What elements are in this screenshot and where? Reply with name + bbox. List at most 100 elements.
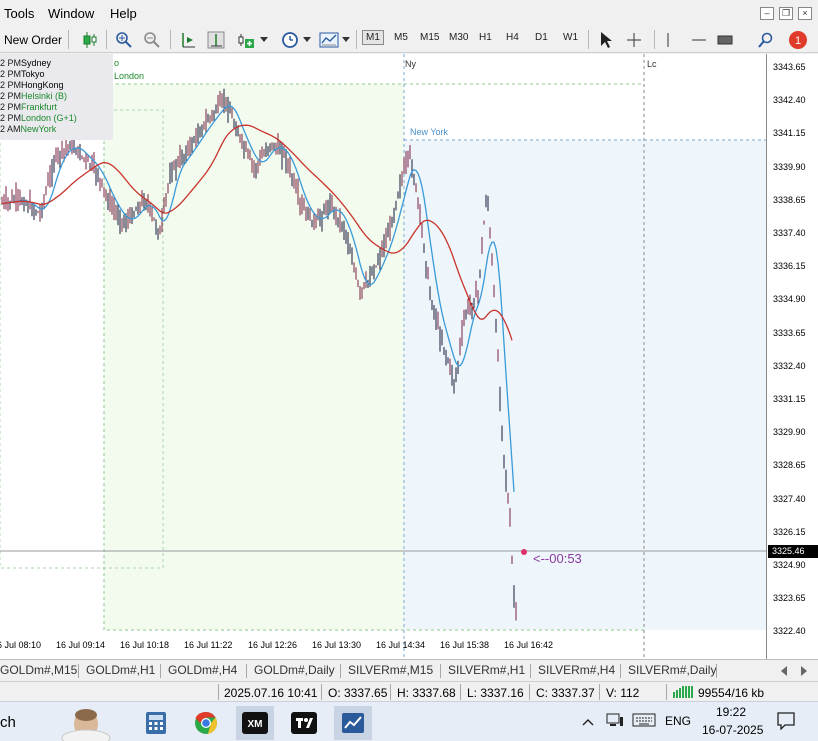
menu-tools[interactable]: Tools [4,6,34,21]
language-indicator[interactable]: ENG [665,714,691,728]
time-axis-label: 16 Jul 16:42 [504,640,554,650]
price-tick-label: 3331.15 [773,394,806,404]
time-axis-label: 16 Jul 15:38 [440,640,490,650]
tradingview-app-icon[interactable] [285,706,323,740]
session-name: London (G+1) [21,113,77,123]
chart-tab[interactable]: GOLDm#,M15 [0,663,77,677]
vertical-line-icon[interactable] [662,29,674,51]
close-window-button[interactable]: × [798,7,812,20]
session-name: Sydney [21,58,52,68]
chart-tab[interactable]: SILVERm#,Daily [628,663,716,677]
session-time: 2 PM [0,113,22,123]
session-name: Tokyo [21,69,45,79]
tf-m1-button[interactable]: M1 [362,30,384,45]
time-axis-label: 16 Jul 08:10 [0,640,42,650]
current-price-marker [521,549,527,555]
xm-app-icon[interactable]: XM [236,706,274,740]
session-row: 2 AMNewYork [0,124,56,134]
tf-d1-button[interactable]: D1 [535,32,548,43]
tab-scroll-right-icon[interactable] [800,665,808,679]
session-time: 2 PM [0,69,22,79]
left-session-label: o [114,58,119,68]
session-row: 2 PMSydney [0,58,51,68]
new-order-button[interactable]: New Order [2,29,64,51]
notification-bell-icon[interactable]: 1 [786,29,810,51]
chart-tab[interactable]: SILVERm#,H1 [448,663,525,677]
price-tick-label: 3323.65 [773,593,806,604]
chrome-app-icon[interactable] [187,706,225,740]
chevron-up-icon[interactable] [582,715,594,729]
candlestick-chart-icon[interactable] [80,29,100,51]
calculator-app-icon[interactable] [137,706,175,740]
zoom-out-icon[interactable] [142,29,162,51]
price-axis[interactable]: 3322.40 3323.65 3324.90 3326.15 3327.40 3328.… [766,54,818,659]
session-row: 2 PMLondon (G+1) [0,113,77,123]
session-time: 2 PM [0,58,22,68]
restore-button[interactable]: ❐ [779,7,793,20]
time-axis-label: 16 Jul 12:26 [248,640,298,650]
minimize-button[interactable]: – [760,7,774,20]
chevron-down-icon[interactable] [258,29,270,51]
time-axis-label: 16 Jul 11:22 [184,640,233,650]
chevron-down-icon[interactable] [301,29,313,51]
periods-clock-icon[interactable] [280,29,300,51]
tf-m5-button[interactable]: M5 [394,32,408,43]
price-tick-label: 3324.90 [773,560,806,570]
keyboard-icon[interactable] [632,713,656,730]
indicators-icon[interactable] [236,29,256,51]
chart-tabs-bar: GOLDm#,M15 GOLDm#,H1 GOLDm#,H4 GOLDm#,Daily… [0,659,818,681]
metatrader-app-icon[interactable] [334,706,372,740]
price-tick-label: 3341.15 [773,128,806,139]
autoscroll-icon[interactable] [205,29,227,51]
session-name: NewYork [20,124,57,134]
crosshair-icon[interactable] [624,29,644,51]
zoom-in-icon[interactable] [114,29,134,51]
xm-app-label: XM [248,719,263,730]
templates-icon[interactable] [318,29,340,51]
price-tick-label: 3328.65 [773,460,806,471]
tf-m30-button[interactable]: M30 [449,32,468,43]
menu-window[interactable]: Window [48,6,94,21]
cursor-icon[interactable] [596,29,616,51]
rectangle-icon[interactable] [716,29,734,51]
search-icon[interactable] [756,29,776,51]
status-high: H: 3337.68 [397,686,456,700]
chart-tab[interactable]: SILVERm#,H4 [538,663,615,677]
horizontal-line-icon[interactable] [690,29,708,51]
london-session-label: London [114,71,144,81]
chevron-down-icon[interactable] [340,29,352,51]
chart-tab[interactable]: SILVERm#,M15 [348,663,433,677]
clock-date[interactable]: 16-07-2025 [702,723,763,737]
chart-tab[interactable]: GOLDm#,H1 [86,663,155,677]
session-time: 2 PM [0,80,22,90]
session-time: 2 PM [0,102,22,112]
notifications-icon[interactable] [777,712,795,733]
time-axis-label: 16 Jul 13:30 [312,640,362,650]
price-tick-label: 3334.90 [773,294,806,305]
tf-h4-button[interactable]: H4 [506,32,519,43]
price-tick-label: 3333.65 [773,327,806,338]
network-icon[interactable] [606,713,624,730]
price-tick-label: 3327.40 [773,493,806,504]
time-axis-label: 16 Jul 09:14 [56,640,106,650]
price-chart[interactable]: London o Ny Lc New York <--00:53 2 PMSyd… [0,54,766,659]
session-name: Helsinki (B) [21,91,68,101]
status-datetime: 2025.07.16 10:41 [224,686,318,700]
menu-help[interactable]: Help [110,6,137,21]
menu-bar: Tools Window Help – ❐ × [0,0,818,26]
tf-m15-button[interactable]: M15 [420,32,439,43]
tf-w1-button[interactable]: W1 [563,32,578,43]
chart-tab[interactable]: GOLDm#,H4 [168,663,237,677]
status-close: C: 3337.37 [536,686,595,700]
new-york-zone-label: New York [410,127,449,137]
chart-tab[interactable]: GOLDm#,Daily [254,663,335,677]
tab-scroll-left-icon[interactable] [780,665,788,679]
price-tick-label: 3329.90 [773,427,806,438]
clock-time[interactable]: 19:22 [716,705,746,719]
windows-taskbar: ch XM ENG 19:22 16-07-2025 [0,701,818,741]
toolbar: New Order M1 M5 M15 M30 H1 H4 D1 W1 1 [0,26,818,53]
status-open: O: 3337.65 [328,686,388,700]
search-box-fragment[interactable]: ch [0,714,16,731]
tf-h1-button[interactable]: H1 [479,32,492,43]
chart-shift-icon[interactable] [178,29,198,51]
